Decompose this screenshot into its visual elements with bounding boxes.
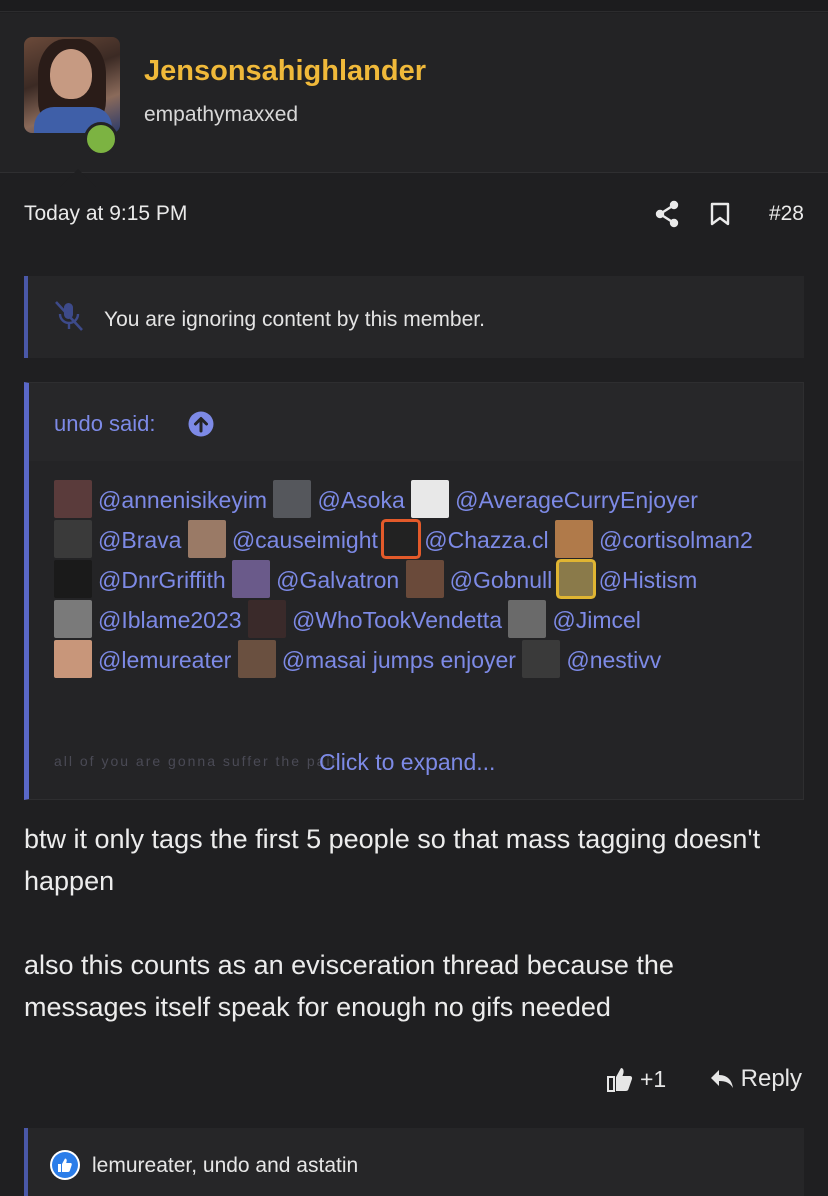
mention-avatar-thumbnail — [187, 519, 226, 558]
user-mention-link[interactable]: @lemureater — [54, 639, 232, 678]
post-timestamp[interactable]: Today at 9:15 PM — [24, 202, 187, 226]
user-mention-link[interactable]: @DnrGriffith — [54, 559, 226, 598]
mention-username: @causeimight — [231, 527, 378, 553]
user-mention-link[interactable]: @Jimcel — [508, 599, 641, 638]
like-button[interactable]: +1 — [606, 1062, 666, 1096]
mention-username: @cortisolman2 — [599, 527, 753, 553]
top-divider — [0, 0, 828, 12]
user-mention-link[interactable]: @Chazza.cl — [384, 521, 549, 556]
user-mention-link[interactable]: @annenisikeyim — [54, 479, 268, 518]
mention-username: @DnrGriffith — [98, 567, 226, 593]
post-number[interactable]: #28 — [769, 202, 804, 226]
user-mention-link[interactable]: @nestivv — [522, 639, 662, 678]
reactions-bar[interactable]: lemureater, undo and astatin — [24, 1128, 804, 1196]
mention-avatar-thumbnail — [405, 559, 444, 598]
mention-username: @Asoka — [317, 487, 405, 513]
user-mention-link[interactable]: @Asoka — [273, 479, 405, 518]
post-header: Jensonsahighlander empathymaxxed — [0, 13, 828, 187]
mention-avatar-thumbnail — [237, 639, 276, 678]
user-mention-link[interactable]: @Histism — [558, 561, 698, 596]
reaction-users[interactable]: lemureater, undo and astatin — [92, 1154, 358, 1178]
mention-username: @Histism — [598, 567, 698, 593]
mention-avatar-thumbnail — [54, 639, 92, 678]
user-mention-link[interactable]: @Iblame2023 — [54, 599, 242, 638]
like-count: +1 — [640, 1065, 667, 1092]
quote-mentions: @annenisikeyim @Asoka @AverageCurryEnjoy… — [54, 479, 774, 680]
header-notch — [60, 169, 96, 187]
share-icon[interactable] — [654, 200, 680, 228]
mention-avatar-thumbnail — [411, 479, 450, 518]
mention-username: @Gobnull — [449, 567, 553, 593]
user-mention-link[interactable]: @WhoTookVendetta — [247, 599, 502, 638]
mention-avatar-thumbnail — [247, 599, 286, 638]
user-mention-link[interactable]: @Galvatron — [232, 559, 400, 598]
user-mention-link[interactable]: @Brava — [54, 519, 182, 558]
mention-avatar-thumbnail — [555, 519, 594, 558]
click-to-expand-link[interactable]: Click to expand... — [319, 749, 495, 776]
mention-avatar-thumbnail — [54, 559, 92, 598]
mention-username: @lemureater — [98, 647, 232, 673]
mention-avatar-thumbnail — [384, 521, 419, 556]
arrow-up-circle-icon[interactable] — [188, 411, 214, 437]
quote-faded-text: all of you are gonna suffer the pain — [54, 753, 342, 769]
username[interactable]: Jensonsahighlander — [144, 55, 426, 88]
user-mention-link[interactable]: @cortisolman2 — [555, 519, 753, 558]
reply-arrow-icon — [710, 1070, 733, 1088]
mention-avatar-thumbnail — [558, 561, 593, 596]
user-mention-link[interactable]: @masai jumps enjoyer — [237, 639, 516, 678]
mention-username: @Brava — [98, 527, 182, 553]
mention-username: @nestivv — [566, 647, 662, 673]
user-title: empathymaxxed — [144, 103, 299, 126]
post-meta: Today at 9:15 PM #28 — [24, 200, 804, 230]
avatar-face — [50, 49, 92, 99]
ignored-content-notice: You are ignoring content by this member. — [24, 276, 804, 358]
mention-username: @WhoTookVendetta — [291, 607, 502, 633]
mention-avatar-thumbnail — [508, 599, 547, 638]
like-reaction-icon — [50, 1150, 80, 1180]
quote-header: undo said: — [29, 383, 803, 461]
post-actions: +1 Reply — [24, 1060, 804, 1100]
reply-label: Reply — [740, 1065, 802, 1092]
avatar[interactable] — [24, 37, 120, 133]
thumbs-up-icon — [58, 1158, 72, 1172]
mention-username: @Chazza.cl — [424, 527, 549, 553]
mention-username: @AverageCurryEnjoyer — [455, 487, 698, 513]
mention-avatar-thumbnail — [54, 599, 92, 638]
mention-username: @annenisikeyim — [98, 487, 268, 513]
mention-avatar-thumbnail — [54, 519, 92, 558]
mention-avatar-thumbnail — [54, 479, 92, 518]
mention-avatar-thumbnail — [273, 479, 312, 518]
post-paragraph: also this counts as an evisceration thre… — [24, 950, 674, 1022]
mention-avatar-thumbnail — [232, 559, 271, 598]
mention-username: @Galvatron — [276, 567, 400, 593]
mention-username: @Iblame2023 — [98, 607, 242, 633]
mention-avatar-thumbnail — [522, 639, 561, 678]
thumbs-up-icon — [607, 1068, 633, 1092]
bookmark-icon[interactable] — [710, 202, 730, 226]
post-paragraph: btw it only tags the first 5 people so t… — [24, 824, 761, 896]
ignored-notice-text: You are ignoring content by this member. — [104, 308, 485, 331]
quote-block: undo said: @annenisikeyim @Asoka @Averag… — [24, 382, 804, 800]
user-mention-link[interactable]: @AverageCurryEnjoyer — [411, 479, 698, 518]
reply-button[interactable]: Reply — [709, 1062, 802, 1096]
mention-username: @masai jumps enjoyer — [281, 647, 516, 673]
user-mention-link[interactable]: @Gobnull — [405, 559, 553, 598]
quote-author[interactable]: undo said: — [54, 411, 156, 437]
user-mention-link[interactable]: @causeimight — [187, 519, 378, 558]
muted-microphone-icon — [55, 301, 83, 331]
online-status-indicator — [84, 122, 118, 156]
post-content: btw it only tags the first 5 people so t… — [24, 818, 804, 1028]
mention-username: @Jimcel — [552, 607, 641, 633]
